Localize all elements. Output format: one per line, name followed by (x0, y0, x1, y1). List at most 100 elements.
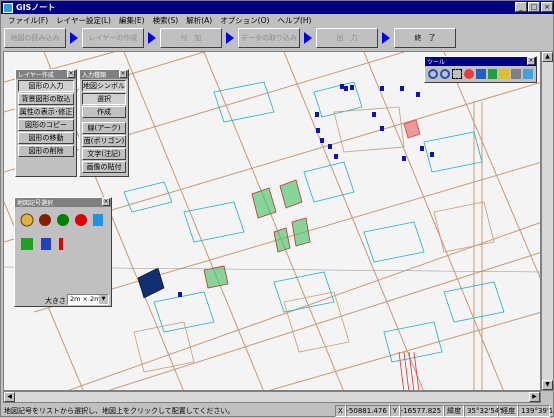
close-button[interactable]: × (541, 2, 553, 12)
step-attach[interactable]: 付 加 (160, 28, 222, 48)
y-coordinate: -16577.825 (400, 405, 445, 417)
horizontal-scrollbar[interactable]: ◀ ▶ (3, 391, 541, 403)
select-button[interactable]: 選択 (82, 93, 126, 105)
map-marker-icon[interactable] (350, 85, 354, 90)
create-button[interactable]: 作成 (82, 106, 126, 118)
menu-search[interactable]: 検索(S) (149, 15, 183, 26)
map-marker-icon[interactable] (402, 156, 406, 161)
app-window: GISノート _ □ × ファイル(F) レイヤー設定(L) 編集(E) 検索(… (0, 0, 554, 417)
map-marker-icon[interactable] (420, 146, 424, 151)
menu-file[interactable]: ファイル(F) (4, 15, 52, 26)
tool-panel: ツール × (424, 56, 537, 83)
map-symbol-button[interactable]: 地図シンボル (82, 80, 126, 92)
move-shape-button[interactable]: 図形の移動 (18, 132, 74, 144)
menu-edit[interactable]: 編集(E) (115, 15, 149, 26)
latitude: 35°32'54" (464, 405, 502, 417)
menu-options[interactable]: オプション(O) (216, 15, 273, 26)
scroll-right-icon[interactable]: ▶ (529, 392, 540, 402)
import-background-button[interactable]: 背景図形の取込 (18, 93, 74, 105)
scroll-left-icon[interactable]: ◀ (4, 392, 15, 402)
step-arrow-icon (300, 32, 316, 44)
line-arc-button[interactable]: 線(アーク) (82, 122, 126, 134)
layer-panel-title[interactable]: レイヤー作成 × (16, 70, 76, 79)
map-marker-icon[interactable] (334, 154, 338, 159)
close-icon[interactable]: × (102, 198, 110, 206)
size-select[interactable]: 2m × 2m ▼ (67, 294, 109, 305)
polygon-button[interactable]: 面(ポリゴン) (82, 135, 126, 147)
zoom-area-icon[interactable] (451, 69, 462, 79)
tool-panel-title-text: ツール (427, 59, 446, 66)
scroll-up-icon[interactable]: ▲ (542, 52, 553, 62)
status-message: 地図記号をリストから選択し、地図上をクリックして配置してください。 (4, 407, 235, 415)
paste-image-button[interactable]: 画像の貼付 (82, 161, 126, 173)
close-icon[interactable]: × (527, 57, 535, 65)
block-outlines (133, 106, 495, 373)
close-icon[interactable]: × (67, 70, 75, 78)
menu-help[interactable]: ヘルプ(H) (273, 15, 315, 26)
grid-icon[interactable] (523, 69, 533, 79)
ruler-icon[interactable] (499, 69, 510, 79)
vertical-scrollbar[interactable]: ▲ ▼ (541, 51, 554, 391)
map-marker-icon[interactable] (315, 112, 319, 117)
status-bar: 地図記号をリストから選択し、地図上をクリックして配置してください。 X -508… (1, 404, 554, 418)
title-bar[interactable]: GISノート _ □ × (1, 1, 554, 14)
step-arrow-icon (378, 32, 394, 44)
close-icon[interactable]: × (119, 70, 127, 78)
input-type-panel-title[interactable]: 入力種類 × (80, 70, 128, 79)
map-marker-icon[interactable] (344, 86, 348, 91)
step-import-data[interactable]: データの取り込み (238, 28, 300, 48)
menu-analysis[interactable]: 解析(A) (182, 15, 216, 26)
scroll-down-icon[interactable]: ▼ (542, 380, 553, 390)
map-marker-icon[interactable] (328, 144, 332, 149)
print-icon[interactable] (511, 69, 522, 79)
tool-panel-title[interactable]: ツール × (425, 57, 536, 66)
map-marker-icon[interactable] (178, 292, 182, 297)
globe-icon[interactable] (475, 69, 486, 79)
step-load-map[interactable]: 地図の読み込み (4, 28, 66, 48)
app-icon (3, 2, 13, 13)
size-label: 大きさ (45, 297, 66, 305)
map-marker-icon[interactable] (380, 126, 384, 131)
symbol-panel-title-text: 地図記号選択 (17, 200, 54, 207)
window-title: GISノート (16, 3, 56, 12)
layer-panel-title-text: レイヤー作成 (18, 72, 54, 79)
chevron-down-icon[interactable]: ▼ (99, 295, 108, 304)
step-arrow-icon (144, 32, 160, 44)
longitude: 139°39'1" (518, 405, 554, 417)
zoom-out-icon[interactable] (439, 69, 450, 79)
step-create-layer[interactable]: レイヤーの作成 (82, 28, 144, 48)
step-arrow-icon (222, 32, 238, 44)
step-finish[interactable]: 終 了 (394, 28, 456, 48)
tool-icons (425, 66, 536, 82)
input-type-panel: 入力種類 × 地図シンボル 選択 作成 線(アーク) 面(ポリゴン) 文字(注記)… (79, 69, 129, 177)
minimize-button[interactable]: _ (515, 2, 527, 12)
delete-shape-button[interactable]: 図形の削除 (18, 145, 74, 157)
symbol-grid (19, 212, 109, 260)
copy-shape-button[interactable]: 図形のコピー (18, 119, 74, 131)
input-shape-button[interactable]: 図形の入力 (18, 80, 74, 92)
map-marker-icon[interactable] (416, 92, 420, 97)
step-arrow-icon (66, 32, 82, 44)
maximize-button[interactable]: □ (528, 2, 540, 12)
symbol-panel-title[interactable]: 地図記号選択 × (15, 198, 111, 207)
menu-layer-settings[interactable]: レイヤー設定(L) (52, 15, 115, 26)
refresh-icon[interactable] (463, 69, 474, 79)
map-marker-icon[interactable] (400, 86, 404, 91)
edit-attributes-button[interactable]: 属性の表示･修正 (18, 106, 74, 118)
map-marker-icon[interactable] (430, 152, 434, 157)
symbol-panel: 地図記号選択 × 大きさ 2m × 2m ▼ (14, 197, 112, 307)
map-marker-icon[interactable] (372, 112, 376, 117)
zoom-in-icon[interactable] (428, 69, 438, 79)
step-output[interactable]: 出 力 (316, 28, 378, 48)
layer-icon[interactable] (487, 69, 498, 79)
symbol-icons (20, 213, 103, 250)
size-select-value: 2m × 2m (70, 295, 101, 303)
menu-bar: ファイル(F) レイヤー設定(L) 編集(E) 検索(S) 解析(A) オプショ… (1, 14, 554, 26)
y-label: Y (389, 405, 401, 417)
map-marker-icon[interactable] (380, 86, 384, 91)
text-annotation-button[interactable]: 文字(注記) (82, 148, 126, 160)
map-marker-icon[interactable] (320, 138, 324, 143)
map-marker-icon[interactable] (316, 128, 320, 133)
window-controls: _ □ × (515, 2, 553, 12)
x-label: X (335, 405, 346, 417)
